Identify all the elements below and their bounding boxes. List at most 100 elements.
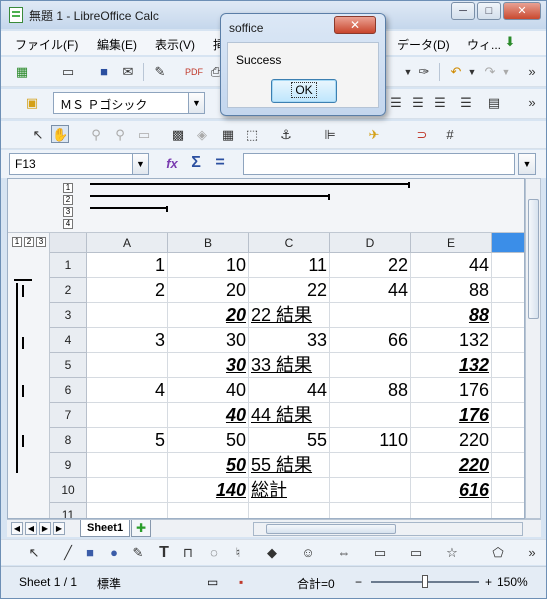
- anchor-icon[interactable]: ⚓: [277, 126, 295, 144]
- email-icon[interactable]: ✉: [119, 63, 137, 81]
- fontwork-draw-icon[interactable]: ♮: [229, 544, 247, 562]
- align-left-icon[interactable]: ☰: [387, 94, 405, 112]
- cell-e3[interactable]: 88: [411, 303, 492, 328]
- horizontal-scroll-thumb[interactable]: [266, 524, 396, 534]
- cell-b10[interactable]: 140: [168, 478, 249, 503]
- text-icon[interactable]: T: [155, 544, 173, 562]
- magnet-icon[interactable]: ⊃: [413, 126, 431, 144]
- undo-dropdown-icon[interactable]: ▼: [463, 63, 481, 81]
- cell-f5[interactable]: [492, 353, 524, 378]
- formula-icon[interactable]: =: [211, 154, 229, 172]
- row-outline-level-1-button[interactable]: 1: [12, 237, 22, 247]
- symbol-shapes-icon[interactable]: ☺: [299, 544, 317, 562]
- cell-c2[interactable]: 22: [249, 278, 330, 303]
- cell-f10[interactable]: [492, 478, 524, 503]
- block-arrows-icon[interactable]: ⇔: [335, 544, 353, 562]
- zoom-out-button[interactable]: −: [355, 575, 362, 589]
- cell-f2[interactable]: [492, 278, 524, 303]
- ellipse-icon[interactable]: ●: [105, 544, 123, 562]
- cell-c3[interactable]: 22 結果: [249, 303, 330, 328]
- row-header-7[interactable]: 7: [50, 403, 87, 428]
- sum-icon[interactable]: Σ: [187, 154, 205, 172]
- align-objects-icon[interactable]: ⊫: [321, 126, 339, 144]
- cell-c4[interactable]: 33: [249, 328, 330, 353]
- cell-f7[interactable]: [492, 403, 524, 428]
- horizontal-scrollbar[interactable]: [253, 522, 523, 536]
- add-sheet-icon[interactable]: ✚: [131, 520, 151, 537]
- save-icon[interactable]: ■: [95, 63, 113, 81]
- cell-e1[interactable]: 44: [411, 253, 492, 278]
- chart-icon[interactable]: ◈: [193, 126, 211, 144]
- cell-a10[interactable]: [87, 478, 168, 503]
- cell-f1[interactable]: [492, 253, 524, 278]
- cell-b5[interactable]: 30: [168, 353, 249, 378]
- cell-e9[interactable]: 220: [411, 453, 492, 478]
- update-download-icon[interactable]: ⬇: [501, 33, 519, 51]
- page-style[interactable]: 標準: [97, 575, 121, 592]
- vertical-text-icon[interactable]: ⊓: [179, 544, 197, 562]
- cell-e8[interactable]: 220: [411, 428, 492, 453]
- font-dropdown-arrow-icon[interactable]: ▼: [188, 93, 204, 113]
- draw-select-icon[interactable]: ↖: [25, 544, 43, 562]
- cell-b3[interactable]: 20: [168, 303, 249, 328]
- sum-display[interactable]: 合計=0: [297, 575, 335, 592]
- prev-sheet-button[interactable]: ◀: [25, 522, 37, 535]
- cell-c11[interactable]: [249, 503, 330, 518]
- column-header-b[interactable]: B: [168, 233, 249, 253]
- callouts-icon[interactable]: ▭: [407, 544, 425, 562]
- name-box-dropdown-icon[interactable]: ▼: [132, 154, 148, 174]
- select-all-corner[interactable]: [50, 233, 87, 253]
- cell-c5[interactable]: 33 結果: [249, 353, 330, 378]
- cell-c1[interactable]: 11: [249, 253, 330, 278]
- outline-level-1-button[interactable]: 1: [63, 183, 73, 193]
- cell-b7[interactable]: 40: [168, 403, 249, 428]
- last-sheet-button[interactable]: ▶: [53, 522, 65, 535]
- cell-f4[interactable]: [492, 328, 524, 353]
- menu-view[interactable]: 表示(V): [155, 36, 195, 53]
- cell-d10[interactable]: [330, 478, 411, 503]
- close-button[interactable]: ✕: [503, 2, 541, 20]
- open-folder-icon[interactable]: ▭: [59, 63, 77, 81]
- cell-e5[interactable]: 132: [411, 353, 492, 378]
- column-header-d[interactable]: D: [330, 233, 411, 253]
- export-pdf-icon[interactable]: PDF: [185, 63, 203, 81]
- cell-c8[interactable]: 55: [249, 428, 330, 453]
- cell-d9[interactable]: [330, 453, 411, 478]
- cell-a8[interactable]: 5: [87, 428, 168, 453]
- cell-a6[interactable]: 4: [87, 378, 168, 403]
- row-outline-collapse[interactable]: [14, 279, 32, 281]
- flowchart-icon[interactable]: ▭: [371, 544, 389, 562]
- row-header-10[interactable]: 10: [50, 478, 87, 503]
- basic-shapes-icon[interactable]: ◆: [263, 544, 281, 562]
- cell-f9[interactable]: [492, 453, 524, 478]
- outline-level-2-button[interactable]: 2: [63, 195, 73, 205]
- dialog-close-button[interactable]: ✕: [334, 16, 376, 34]
- cell-d8[interactable]: 110: [330, 428, 411, 453]
- styles-icon[interactable]: ▣: [23, 94, 41, 112]
- cell-d1[interactable]: 22: [330, 253, 411, 278]
- crop-select-icon[interactable]: ⬚: [243, 126, 261, 144]
- points-icon[interactable]: ⬠: [489, 544, 507, 562]
- cell-a7[interactable]: [87, 403, 168, 428]
- cell-d2[interactable]: 44: [330, 278, 411, 303]
- row-header-8[interactable]: 8: [50, 428, 87, 453]
- cell-d3[interactable]: [330, 303, 411, 328]
- cell-a1[interactable]: 1: [87, 253, 168, 278]
- cell-e4[interactable]: 132: [411, 328, 492, 353]
- first-sheet-button[interactable]: ◀: [11, 522, 23, 535]
- maximize-button[interactable]: □: [477, 2, 501, 20]
- selection-mode-icon[interactable]: ▭: [207, 575, 218, 589]
- fontwork-icon[interactable]: ✈: [365, 126, 383, 144]
- align-right-icon[interactable]: ☰: [431, 94, 449, 112]
- column-header-a[interactable]: A: [87, 233, 168, 253]
- menu-window[interactable]: ウィ...: [467, 36, 501, 53]
- zoom-icon[interactable]: ⚲: [87, 126, 105, 144]
- font-name-combo[interactable]: ＭＳ Ｐゴシック ▼: [53, 92, 205, 114]
- minimize-button[interactable]: ─: [451, 2, 475, 20]
- cell-a9[interactable]: [87, 453, 168, 478]
- zoom-level[interactable]: 150%: [497, 575, 528, 589]
- cell-e2[interactable]: 88: [411, 278, 492, 303]
- cell-c7[interactable]: 44 結果: [249, 403, 330, 428]
- vertical-scrollbar[interactable]: [525, 178, 541, 519]
- cell-a4[interactable]: 3: [87, 328, 168, 353]
